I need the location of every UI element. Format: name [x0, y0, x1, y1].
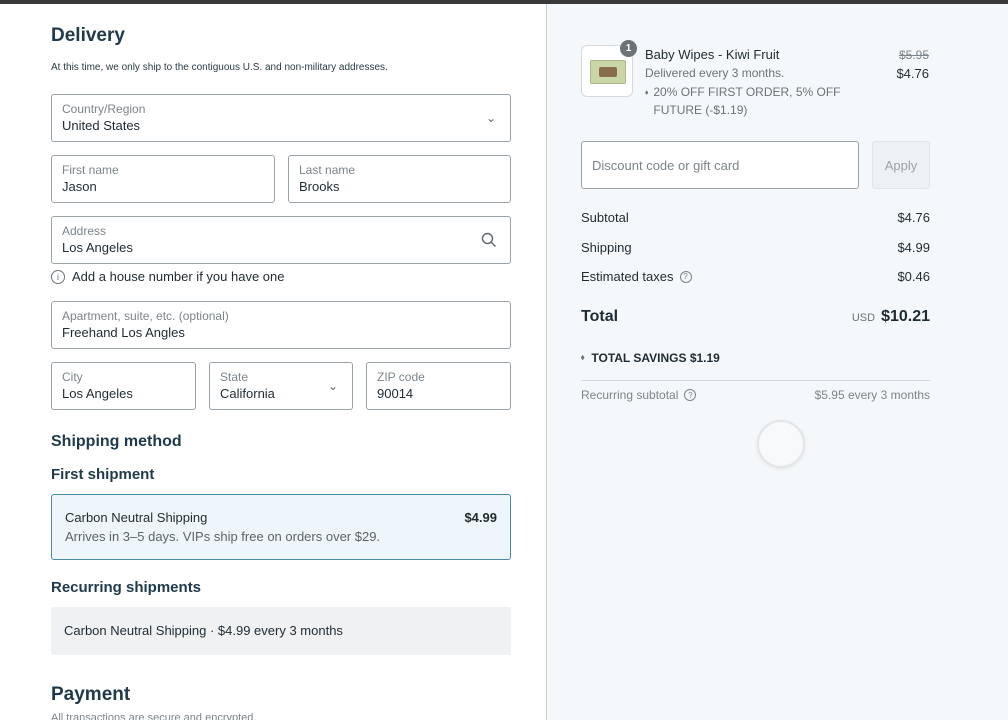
product-discount-text: 20% OFF FIRST ORDER, 5% OFF FUTURE (-$1.… — [653, 85, 841, 117]
city-label: City — [62, 370, 83, 384]
city-field[interactable]: City Los Angeles — [51, 362, 196, 410]
state-select[interactable]: State California ⌄ — [209, 362, 353, 410]
shipping-row: Shipping $4.99 — [581, 240, 930, 255]
quantity-badge: 1 — [620, 40, 637, 57]
total-value: $10.21 — [881, 308, 930, 325]
total-savings-text: TOTAL SAVINGS $1.19 — [591, 350, 720, 365]
product-original-price: $5.95 — [898, 48, 929, 62]
apartment-value: Freehand Los Angles — [62, 325, 185, 340]
last-name-value: Brooks — [299, 179, 340, 194]
total-label: Total — [581, 308, 619, 325]
product-discount: ⬪ 20% OFF FIRST ORDER, 5% OFF FUTURE (-$… — [645, 83, 885, 119]
taxes-value: $0.46 — [897, 269, 930, 284]
address-label: Address — [62, 224, 107, 238]
currency-code: USD — [851, 312, 876, 324]
country-select[interactable]: Country/Region United States ⌄ — [51, 94, 511, 142]
delivery-heading: Delivery — [51, 25, 125, 46]
total-row: Total USD $10.21 — [581, 308, 930, 326]
chevron-down-icon: ⌄ — [485, 111, 496, 125]
shipping-option-carbon-neutral[interactable]: Carbon Neutral Shipping $4.99 Arrives in… — [51, 494, 511, 560]
discount-code-input[interactable] — [581, 141, 859, 189]
loading-spinner — [757, 420, 805, 468]
state-value: California — [220, 386, 275, 401]
address-hint-text: Add a house number if you have one — [72, 269, 285, 284]
address-hint: i Add a house number if you have one — [51, 269, 284, 284]
subtotal-value: $4.76 — [897, 210, 930, 225]
state-label: State — [220, 370, 249, 384]
baby-wipes-image — [590, 60, 626, 84]
help-icon[interactable]: ? — [679, 270, 692, 283]
info-icon: i — [51, 269, 65, 284]
address-field[interactable]: Address Los Angeles — [51, 216, 511, 264]
taxes-row: Estimated taxes ? $0.46 — [581, 269, 930, 284]
last-name-label: Last name — [299, 163, 356, 177]
shipping-value: $4.99 — [897, 240, 930, 255]
summary-divider — [581, 380, 930, 381]
apartment-label: Apartment, suite, etc. (optional) — [62, 309, 229, 323]
recurring-shipments-heading: Recurring shipments — [51, 579, 202, 596]
country-label: Country/Region — [62, 102, 146, 116]
first-name-value: Jason — [62, 179, 97, 194]
zip-label: ZIP code — [377, 370, 425, 384]
tag-icon: ⬪ — [645, 85, 649, 99]
subtotal-label: Subtotal — [581, 210, 629, 225]
total-savings: ⬪ TOTAL SAVINGS $1.19 — [581, 350, 720, 365]
first-name-field[interactable]: First name Jason — [51, 155, 275, 203]
recurring-shipping-info: Carbon Neutral Shipping · $4.99 every 3 … — [51, 607, 511, 655]
product-name: Baby Wipes - Kiwi Fruit — [645, 47, 780, 62]
zip-field[interactable]: ZIP code 90014 — [366, 362, 511, 410]
zip-value: 90014 — [377, 386, 414, 401]
address-value: Los Angeles — [62, 240, 133, 255]
shipping-option-name: Carbon Neutral Shipping — [65, 510, 208, 525]
recurring-shipping-text: Carbon Neutral Shipping · $4.99 every 3 … — [64, 623, 343, 638]
payment-note: All transactions are secure and encrypte… — [51, 712, 257, 720]
first-name-label: First name — [62, 163, 119, 177]
last-name-field[interactable]: Last name Brooks — [288, 155, 511, 203]
recurring-subtotal-value: $5.95 every 3 months — [814, 388, 930, 402]
shipping-option-desc: Arrives in 3–5 days. VIPs ship free on o… — [65, 529, 381, 544]
country-value: United States — [62, 118, 141, 133]
product-price: $4.76 — [896, 66, 929, 81]
shipping-option-price: $4.99 — [464, 510, 497, 525]
taxes-label: Estimated taxes — [581, 269, 674, 284]
product-frequency: Delivered every 3 months. — [645, 66, 785, 80]
city-value: Los Angeles — [62, 386, 133, 401]
search-icon[interactable] — [480, 231, 498, 249]
recurring-subtotal-label: Recurring subtotal — [581, 388, 679, 402]
chevron-down-icon: ⌄ — [327, 379, 338, 393]
apartment-field[interactable]: Apartment, suite, etc. (optional) Freeha… — [51, 301, 511, 349]
apply-button[interactable]: Apply — [872, 141, 930, 189]
shipping-label: Shipping — [581, 240, 632, 255]
subtotal-row: Subtotal $4.76 — [581, 210, 930, 225]
delivery-note: At this time, we only ship to the contig… — [51, 62, 388, 73]
shipping-method-heading: Shipping method — [51, 433, 182, 450]
help-icon[interactable]: ? — [684, 389, 697, 401]
tag-icon: ⬪ — [581, 350, 585, 364]
first-shipment-heading: First shipment — [51, 466, 155, 483]
recurring-subtotal-row: Recurring subtotal ? $5.95 every 3 month… — [581, 388, 930, 402]
payment-heading: Payment — [51, 684, 131, 705]
